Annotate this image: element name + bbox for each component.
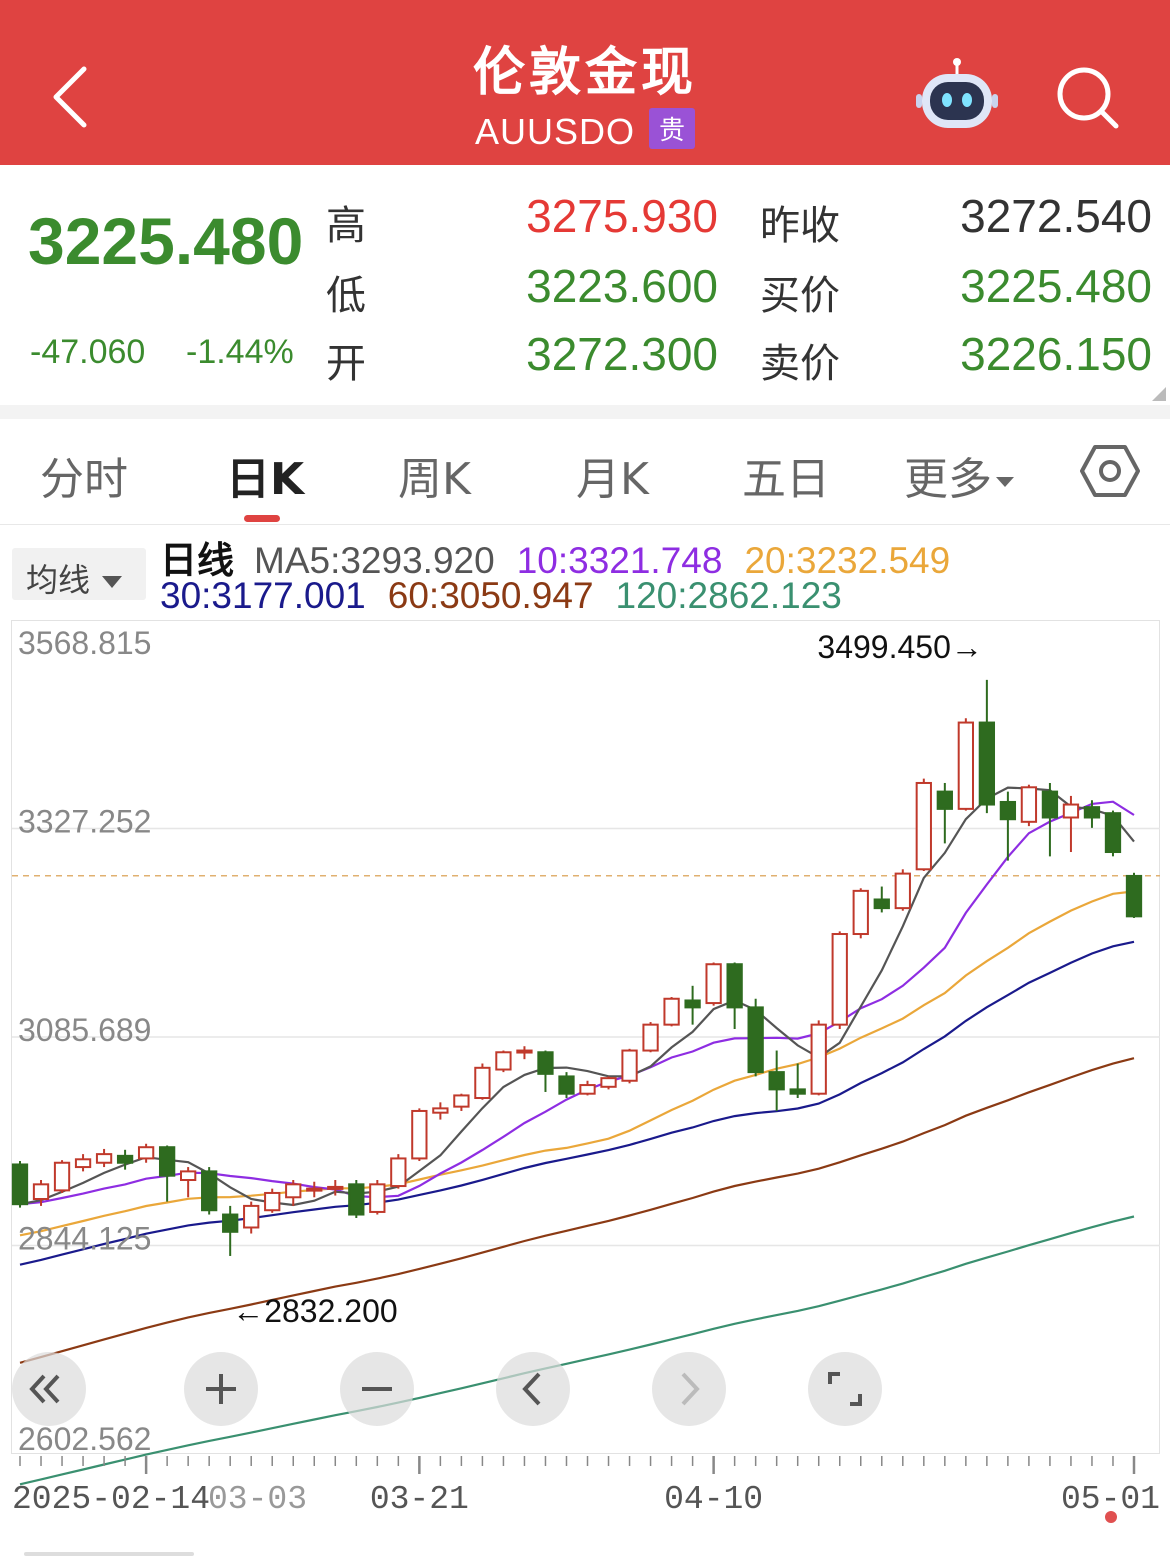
ma10-line [19, 800, 1135, 1206]
candle-body [1020, 786, 1038, 823]
candle-body [453, 1094, 470, 1108]
zoom-in-icon [206, 1374, 236, 1404]
candle-body [768, 1071, 785, 1091]
candle-body [32, 1183, 50, 1200]
chevron-left-icon [522, 1372, 541, 1406]
ma60-line [19, 1057, 1135, 1364]
candle-body [95, 1153, 113, 1164]
max-price-annotation: 3499.450→ [817, 629, 982, 665]
candle-body [579, 1084, 596, 1095]
candle-body [116, 1154, 134, 1164]
candle-body [537, 1051, 554, 1075]
candle-body [642, 1023, 659, 1052]
x-label: 04-10 [664, 1481, 763, 1518]
x-label-start: 2025-02-14 [12, 1481, 210, 1518]
candle-body [516, 1049, 533, 1054]
candle-body [201, 1170, 218, 1212]
candle-body [789, 1088, 806, 1095]
bottom-divider [24, 1552, 194, 1556]
candle-body [222, 1213, 239, 1233]
fullscreen-icon [828, 1372, 862, 1406]
candle-body [285, 1183, 302, 1199]
y-tick-label: 3568.815 [18, 625, 151, 661]
zoom-out-icon [362, 1387, 392, 1391]
candle-body [999, 800, 1017, 821]
candle-body [411, 1109, 428, 1160]
latest-marker [1105, 1511, 1117, 1523]
candle-body [684, 999, 701, 1009]
y-tick-label: 2844.125 [18, 1221, 151, 1257]
candle-body [348, 1183, 365, 1216]
zoom-out-button[interactable] [340, 1352, 414, 1426]
kline-screen: 伦敦金现 AUUSDO 贵 3225.480 -47.060 -1.44% 高 … [0, 0, 1170, 1556]
ma120-line [19, 1215, 1135, 1486]
candle-body [663, 997, 680, 1026]
fullscreen-button[interactable] [808, 1352, 882, 1426]
candle-body [705, 963, 722, 1005]
candle-body [621, 1049, 638, 1082]
candle-body [53, 1161, 71, 1192]
ma30-line [19, 940, 1135, 1266]
candle-body [1062, 803, 1080, 819]
candle-body [852, 889, 869, 936]
y-tick-label: 3085.689 [18, 1012, 151, 1048]
x-label: 03-21 [370, 1481, 469, 1518]
candle-body [390, 1157, 407, 1188]
candle-body [327, 1185, 344, 1190]
candle-body [495, 1051, 512, 1071]
candle-body [243, 1204, 260, 1229]
scroll-left-fast-icon [29, 1374, 60, 1404]
chevron-right-icon [681, 1372, 700, 1406]
kline-chart[interactable]: 3568.815 3327.252 3085.689 2844.125 2602.562… [0, 0, 1170, 1556]
candle-body [978, 721, 996, 806]
candle-body [180, 1170, 197, 1182]
ma20-line [19, 890, 1135, 1237]
candle-body [600, 1077, 617, 1088]
candle-body [369, 1183, 386, 1213]
candle-body [74, 1158, 92, 1169]
ma5-line [19, 786, 1135, 1207]
candle-body [936, 790, 953, 810]
min-price-annotation: ←2832.200 [232, 1293, 397, 1329]
candle-body [474, 1066, 491, 1100]
y-tick-label: 3327.252 [18, 803, 151, 839]
x-label: 03-03 [208, 1481, 307, 1518]
candle-body [915, 781, 932, 871]
candle-body [158, 1146, 176, 1177]
candle-body [432, 1107, 449, 1114]
candle-body [558, 1075, 575, 1095]
candle-body [11, 1163, 29, 1206]
candle-body [726, 963, 743, 1009]
candle-body [1041, 790, 1059, 819]
candle-body [894, 872, 911, 910]
candle-body [747, 1006, 764, 1074]
scroll-left-fast-button[interactable] [12, 1352, 86, 1426]
candle-body [1083, 806, 1101, 819]
candle-body [137, 1146, 155, 1160]
candle-body [1125, 874, 1143, 918]
pan-right-button[interactable] [652, 1352, 726, 1426]
zoom-in-button[interactable] [184, 1352, 258, 1426]
candle-body [873, 898, 890, 910]
candle-body [1104, 812, 1122, 854]
candle-body [810, 1023, 827, 1095]
candle-body [264, 1191, 281, 1212]
y-tick-label: 2602.562 [18, 1421, 151, 1457]
pan-left-button[interactable] [496, 1352, 570, 1426]
candle-body [306, 1187, 323, 1192]
candle-body [831, 933, 848, 1026]
candle-body [957, 721, 974, 810]
